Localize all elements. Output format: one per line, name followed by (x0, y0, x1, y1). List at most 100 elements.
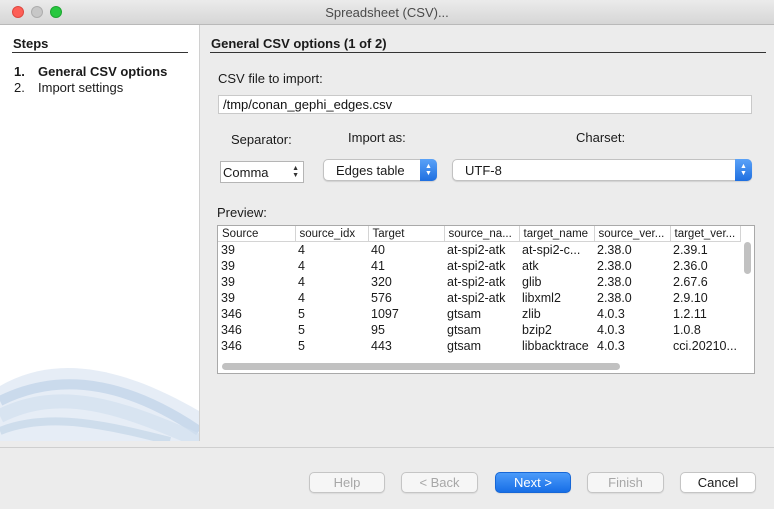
footer-divider (0, 447, 774, 448)
table-cell: libbacktrace (522, 339, 589, 353)
title-bar: Spreadsheet (CSV)... (0, 0, 774, 25)
table-cell: 1.0.8 (673, 323, 701, 337)
table-cell: 346 (221, 323, 242, 337)
table-cell: 2.38.0 (597, 291, 632, 305)
step-number: 1. (14, 64, 25, 79)
column-header[interactable]: source_ver... (594, 226, 671, 242)
table-cell: gtsam (447, 307, 482, 321)
table-row: 346 5 1097 gtsam zlib 4.0.3 1.2.11 (218, 306, 740, 322)
steps-panel: Steps 1. General CSV options 2. Import set… (0, 25, 200, 441)
table-cell: 4.0.3 (597, 307, 625, 321)
table-cell: atk (522, 259, 539, 273)
column-header[interactable]: source_idx (295, 226, 369, 242)
table-cell: 443 (371, 339, 392, 353)
table-cell: 39 (221, 275, 235, 289)
column-header[interactable]: Source (218, 226, 296, 242)
table-cell: 1097 (371, 307, 399, 321)
table-cell: 5 (298, 323, 305, 337)
table-cell: 2.38.0 (597, 275, 632, 289)
table-cell: 4 (298, 259, 305, 273)
table-cell: at-spi2-atk (447, 243, 506, 257)
decorative-swoosh-graphic (0, 367, 199, 441)
separator-label: Separator: (231, 132, 292, 147)
table-cell: cci.20210... (673, 339, 737, 353)
finish-button[interactable]: Finish (587, 472, 664, 493)
table-cell: gtsam (447, 339, 482, 353)
table-cell: 1.2.11 (673, 307, 707, 321)
table-cell: 320 (371, 275, 392, 289)
column-header[interactable]: target_ver... (670, 226, 741, 242)
table-cell: 2.36.0 (673, 259, 708, 273)
table-cell: at-spi2-c... (522, 243, 581, 257)
table-cell: 41 (371, 259, 385, 273)
table-row: 39 4 320 at-spi2-atk glib 2.38.0 2.67.6 (218, 274, 740, 290)
table-cell: 2.38.0 (597, 243, 632, 257)
table-cell: 4 (298, 291, 305, 305)
preview-table-container[interactable]: Source source_idx Target source_na... ta… (217, 225, 755, 374)
table-cell: gtsam (447, 323, 482, 337)
chevron-up-down-icon: ▲ ▼ (735, 159, 752, 181)
column-header[interactable]: Target (368, 226, 445, 242)
chevron-up-down-icon: ▲ ▼ (420, 159, 437, 181)
table-cell: 5 (298, 339, 305, 353)
import-as-select[interactable]: Edges table ▲ ▼ (323, 159, 437, 181)
table-cell: 2.38.0 (597, 259, 632, 273)
preview-label: Preview: (217, 205, 267, 220)
table-cell: bzip2 (522, 323, 552, 337)
window-title: Spreadsheet (CSV)... (325, 5, 449, 20)
table-cell: 2.9.10 (673, 291, 708, 305)
column-header[interactable]: source_na... (444, 226, 520, 242)
import-as-value: Edges table (336, 163, 405, 178)
table-cell: glib (522, 275, 542, 289)
charset-label: Charset: (576, 130, 626, 145)
help-button[interactable]: Help (309, 472, 385, 493)
table-cell: 5 (298, 307, 305, 321)
table-cell: 2.39.1 (673, 243, 708, 257)
vertical-scrollbar[interactable] (744, 242, 751, 274)
back-button[interactable]: < Back (401, 472, 478, 493)
title-divider (210, 52, 766, 53)
table-cell: 4.0.3 (597, 339, 625, 353)
page-title: General CSV options (1 of 2) (211, 36, 387, 51)
file-path-input[interactable] (218, 95, 752, 114)
charset-value: UTF-8 (465, 163, 502, 178)
column-header[interactable]: target_name (519, 226, 595, 242)
table-cell: at-spi2-atk (447, 259, 506, 273)
next-button[interactable]: Next > (495, 472, 571, 493)
table-row: 39 4 41 at-spi2-atk atk 2.38.0 2.36.0 (218, 258, 740, 274)
table-cell: 4 (298, 243, 305, 257)
step-number: 2. (14, 80, 25, 95)
table-cell: 4.0.3 (597, 323, 625, 337)
table-cell: 40 (371, 243, 385, 257)
table-row: 346 5 95 gtsam bzip2 4.0.3 1.0.8 (218, 322, 740, 338)
table-row: 346 5 443 gtsam libbacktrace 4.0.3 cci.20210..… (218, 338, 740, 354)
table-cell: 39 (221, 291, 235, 305)
step-label: General CSV options (38, 64, 168, 79)
horizontal-scrollbar[interactable] (222, 363, 620, 370)
import-as-label: Import as: (348, 130, 406, 145)
table-cell: at-spi2-atk (447, 291, 506, 305)
file-label: CSV file to import: (218, 71, 323, 86)
preview-table: Source source_idx Target source_na... ta… (218, 226, 741, 354)
table-cell: 95 (371, 323, 385, 337)
separator-value: Comma (223, 165, 269, 180)
up-down-arrows-icon: ▲ ▼ (292, 165, 299, 179)
charset-select[interactable]: UTF-8 ▲ ▼ (452, 159, 752, 181)
table-cell: libxml2 (522, 291, 561, 305)
step-item-general-csv-options: 1. General CSV options (14, 64, 167, 79)
table-row: 39 4 576 at-spi2-atk libxml2 2.38.0 2.9.10 (218, 290, 740, 306)
separator-select[interactable]: Comma ▲ ▼ (220, 161, 304, 183)
step-label: Import settings (38, 80, 124, 95)
table-cell: 4 (298, 275, 305, 289)
table-cell: at-spi2-atk (447, 275, 506, 289)
table-cell: 346 (221, 339, 242, 353)
table-cell: 39 (221, 259, 235, 273)
steps-divider (12, 52, 188, 53)
table-header-row: Source source_idx Target source_na... ta… (218, 226, 741, 242)
cancel-button[interactable]: Cancel (680, 472, 756, 493)
step-item-import-settings: 2. Import settings (14, 80, 123, 95)
table-cell: 39 (221, 243, 235, 257)
steps-title: Steps (13, 36, 49, 51)
table-cell: 346 (221, 307, 242, 321)
table-cell: 2.67.6 (673, 275, 708, 289)
